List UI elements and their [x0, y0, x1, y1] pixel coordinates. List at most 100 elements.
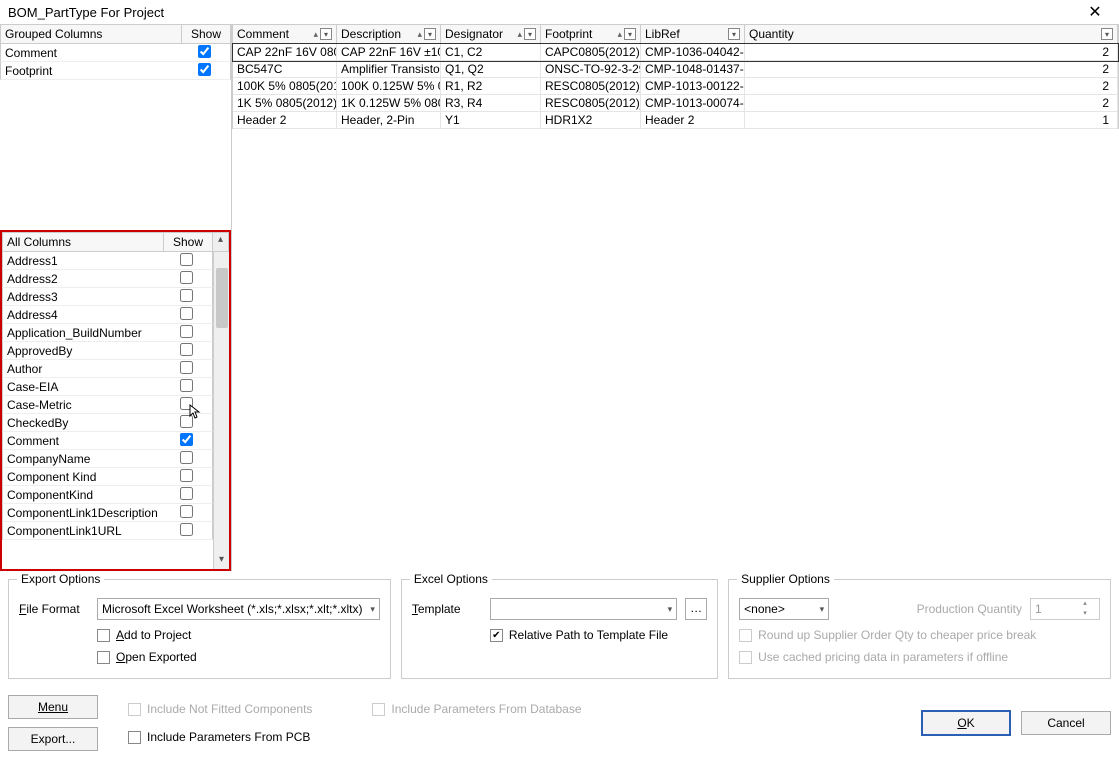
close-icon[interactable]: ✕: [1079, 2, 1111, 22]
all-columns-row-checkbox[interactable]: [180, 523, 193, 536]
filter-icon[interactable]: ▾: [524, 28, 536, 40]
all-columns-row[interactable]: Address3: [2, 288, 213, 306]
all-columns-row[interactable]: ComponentLink1URL: [2, 522, 213, 540]
all-columns-row[interactable]: Case-Metric: [2, 396, 213, 414]
all-show-header[interactable]: Show: [164, 233, 212, 251]
file-format-combo[interactable]: Microsoft Excel Worksheet (*.xls;*.xlsx;…: [97, 598, 380, 620]
cell-description: 1K 0.125W 5% 080: [337, 95, 441, 111]
table-row[interactable]: 1K 5% 0805(2012) 1K 0.125W 5% 080 R3, R4…: [233, 95, 1118, 112]
template-combo[interactable]: ▾: [490, 598, 677, 620]
all-columns-row-checkbox[interactable]: [180, 307, 193, 320]
cell-libref: CMP-1036-04042-: [641, 44, 745, 60]
production-qty-label: Production Quantity: [837, 602, 1022, 616]
spin-down-icon[interactable]: ▾: [1077, 609, 1093, 619]
all-columns-row[interactable]: Address2: [2, 270, 213, 288]
col-header-footprint[interactable]: Footprint▴▾: [541, 25, 641, 43]
all-columns-header[interactable]: All Columns: [3, 233, 164, 251]
cell-quantity: 2: [745, 78, 1118, 94]
table-row[interactable]: Header 2 Header, 2-Pin Y1 HDR1X2 Header …: [233, 112, 1118, 129]
spin-up-icon[interactable]: ▴: [1077, 599, 1093, 609]
include-not-fitted-checkbox: [128, 703, 141, 716]
all-columns-row-checkbox[interactable]: [180, 361, 193, 374]
filter-icon[interactable]: ▾: [1101, 28, 1113, 40]
grouped-columns-header[interactable]: Grouped Columns: [1, 25, 182, 43]
all-columns-row-checkbox[interactable]: [180, 451, 193, 464]
all-columns-row-checkbox[interactable]: [180, 469, 193, 482]
grouped-row[interactable]: Footprint: [0, 62, 231, 80]
all-columns-row-checkbox[interactable]: [180, 325, 193, 338]
filter-icon[interactable]: ▾: [624, 28, 636, 40]
filter-icon[interactable]: ▾: [728, 28, 740, 40]
relative-path-checkbox[interactable]: [490, 629, 503, 642]
filter-icon[interactable]: ▾: [424, 28, 436, 40]
supplier-combo[interactable]: <none> ▾: [739, 598, 829, 620]
chevron-down-icon: ▾: [370, 604, 375, 615]
all-columns-row[interactable]: ComponentKind: [2, 486, 213, 504]
all-columns-row[interactable]: Component Kind: [2, 468, 213, 486]
all-columns-row[interactable]: Author: [2, 360, 213, 378]
all-columns-row-checkbox[interactable]: [180, 397, 193, 410]
export-button[interactable]: Export...: [8, 727, 98, 751]
export-options-legend: Export Options: [17, 572, 104, 586]
add-to-project-checkbox[interactable]: [97, 629, 110, 642]
all-columns-row-checkbox[interactable]: [180, 253, 193, 266]
cell-comment: 1K 5% 0805(2012): [233, 95, 337, 111]
all-columns-row[interactable]: Address4: [2, 306, 213, 324]
all-columns-row-checkbox[interactable]: [180, 289, 193, 302]
grouped-row-checkbox[interactable]: [198, 45, 211, 58]
cell-description: Header, 2-Pin: [337, 112, 441, 128]
cell-designator: R3, R4: [441, 95, 541, 111]
grouped-show-header[interactable]: Show: [182, 25, 230, 43]
cancel-button[interactable]: Cancel: [1021, 711, 1111, 735]
all-columns-row[interactable]: CompanyName: [2, 450, 213, 468]
all-columns-row-checkbox[interactable]: [180, 379, 193, 392]
grouped-row[interactable]: Comment: [0, 44, 231, 62]
col-header-designator[interactable]: Designator▴▾: [441, 25, 541, 43]
sort-asc-icon[interactable]: ▴: [517, 29, 522, 40]
all-columns-scrollbar[interactable]: ▾: [213, 252, 229, 569]
grouped-row-checkbox[interactable]: [198, 63, 211, 76]
scroll-up-icon[interactable]: ▴: [213, 233, 228, 249]
all-columns-row[interactable]: ComponentLink1Description: [2, 504, 213, 522]
ok-button[interactable]: OK: [921, 710, 1011, 736]
all-columns-row-checkbox[interactable]: [180, 433, 193, 446]
all-columns-row-checkbox[interactable]: [180, 487, 193, 500]
all-columns-row-checkbox[interactable]: [180, 271, 193, 284]
cell-comment: 100K 5% 0805(201: [233, 78, 337, 94]
all-columns-row-label: Component Kind: [7, 470, 164, 484]
col-header-description[interactable]: Description▴▾: [337, 25, 441, 43]
scroll-thumb[interactable]: [216, 268, 228, 328]
all-columns-row-checkbox[interactable]: [180, 505, 193, 518]
production-qty-input[interactable]: [1031, 602, 1077, 616]
col-header-comment[interactable]: Comment▴▾: [233, 25, 337, 43]
sort-asc-icon[interactable]: ▴: [417, 29, 422, 40]
all-columns-row-label: CheckedBy: [7, 416, 164, 430]
col-header-libref[interactable]: LibRef▾: [641, 25, 745, 43]
open-exported-checkbox[interactable]: [97, 651, 110, 664]
all-columns-row[interactable]: Case-EIA: [2, 378, 213, 396]
all-columns-row[interactable]: Address1: [2, 252, 213, 270]
cell-quantity: 2: [745, 61, 1118, 77]
include-params-pcb-checkbox[interactable]: [128, 731, 141, 744]
all-columns-row[interactable]: Comment: [2, 432, 213, 450]
all-columns-row-checkbox[interactable]: [180, 343, 193, 356]
table-row[interactable]: 100K 5% 0805(201 100K 0.125W 5% 0 R1, R2…: [233, 78, 1118, 95]
scroll-down-icon[interactable]: ▾: [214, 553, 229, 569]
filter-icon[interactable]: ▾: [320, 28, 332, 40]
all-columns-row-checkbox[interactable]: [180, 415, 193, 428]
all-columns-row[interactable]: Application_BuildNumber: [2, 324, 213, 342]
cell-comment: Header 2: [233, 112, 337, 128]
chevron-down-icon: ▾: [668, 604, 673, 615]
all-columns-row[interactable]: CheckedBy: [2, 414, 213, 432]
sort-asc-icon[interactable]: ▴: [313, 29, 318, 40]
col-header-quantity[interactable]: Quantity▾: [745, 25, 1118, 43]
all-columns-row[interactable]: ApprovedBy: [2, 342, 213, 360]
menu-button[interactable]: Menu: [8, 695, 98, 719]
add-to-project-label: Add to Project: [116, 628, 191, 642]
table-row[interactable]: CAP 22nF 16V 080 CAP 22nF 16V ±10 C1, C2…: [233, 44, 1118, 61]
template-browse-button[interactable]: …: [685, 598, 707, 620]
sort-asc-icon[interactable]: ▴: [617, 29, 622, 40]
cell-description: 100K 0.125W 5% 0: [337, 78, 441, 94]
production-qty-stepper[interactable]: ▴▾: [1030, 598, 1100, 620]
table-row[interactable]: BC547C Amplifier Transistor, Q1, Q2 ONSC…: [233, 61, 1118, 78]
